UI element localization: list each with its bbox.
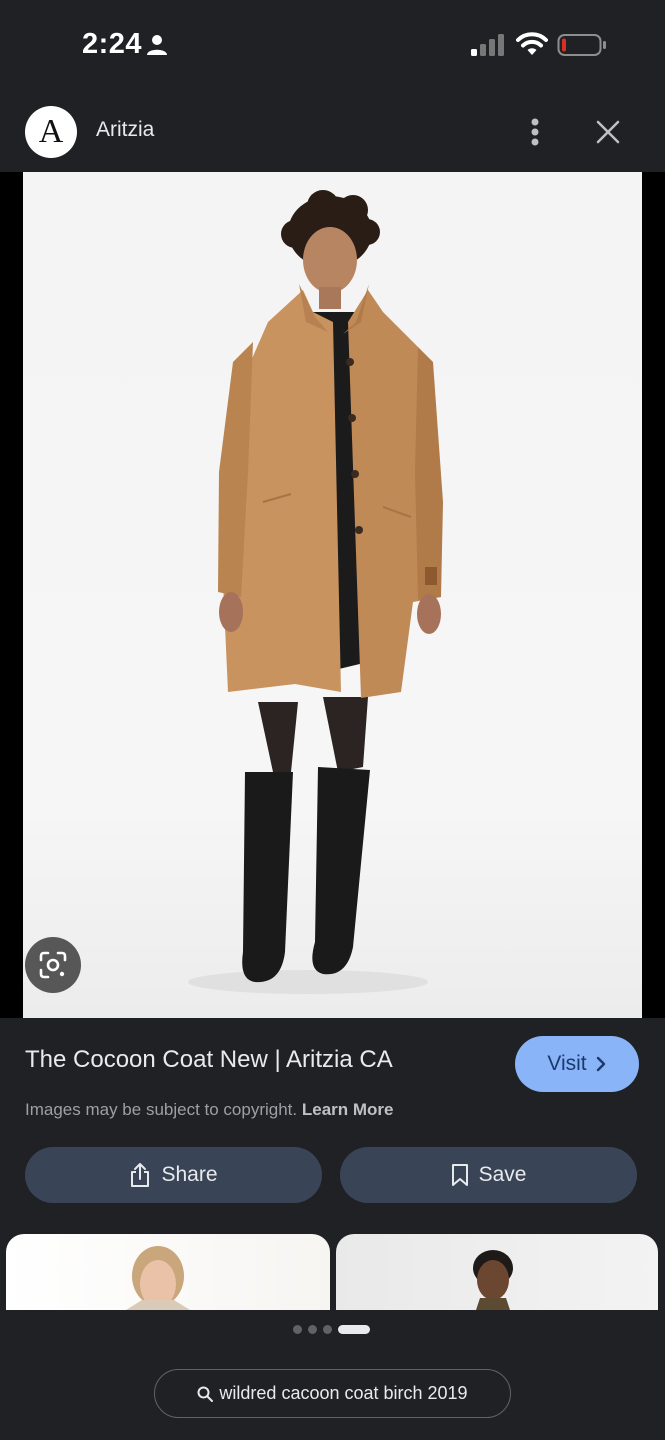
status-bar: 2:24 <box>0 0 665 92</box>
site-logo-letter: A <box>38 113 64 150</box>
result-header: A Aritzia <box>0 92 665 172</box>
site-logo[interactable]: A <box>25 106 77 158</box>
search-icon <box>197 1386 214 1402</box>
learn-more-link[interactable]: Learn More <box>302 1100 394 1119</box>
more-options-icon[interactable] <box>520 110 550 154</box>
chevron-right-icon <box>596 1056 605 1072</box>
carousel-pagination <box>293 1325 370 1334</box>
wifi-icon <box>516 32 548 55</box>
pagination-dot <box>293 1325 302 1334</box>
search-query-text: wildred cacoon coat birch 2019 <box>219 1383 468 1403</box>
result-title[interactable]: The Cocoon Coat New | Aritzia CA <box>25 1046 393 1074</box>
status-time: 2:24 <box>82 28 143 60</box>
battery-level <box>562 38 566 52</box>
bookmark-icon <box>451 1164 468 1186</box>
related-result-card[interactable] <box>336 1234 658 1310</box>
cellular-signal-icon <box>471 34 504 56</box>
pagination-dot <box>323 1325 332 1334</box>
battery-icon <box>557 34 606 56</box>
image-viewer <box>0 172 665 1018</box>
person-icon <box>147 35 167 55</box>
share-label: Share <box>161 1163 218 1186</box>
share-icon <box>131 1163 150 1187</box>
search-query-chip[interactable]: wildred cacoon coat birch 2019 <box>154 1369 511 1418</box>
product-image[interactable] <box>23 172 642 1018</box>
visit-label: Visit <box>547 1052 587 1075</box>
save-button[interactable]: Save <box>340 1147 637 1203</box>
google-lens-button[interactable] <box>25 937 81 993</box>
save-label: Save <box>478 1163 527 1186</box>
lens-icon <box>39 951 67 979</box>
copyright-text: Images may be subject to copyright. <box>25 1100 298 1119</box>
site-name[interactable]: Aritzia <box>96 118 154 142</box>
close-icon[interactable] <box>590 114 626 150</box>
visit-button[interactable]: Visit <box>515 1036 639 1092</box>
copyright-notice: Images may be subject to copyright. Lear… <box>25 1100 394 1120</box>
pagination-dot-active <box>338 1325 370 1334</box>
related-thumbnail <box>473 1250 513 1310</box>
pagination-dot <box>308 1325 317 1334</box>
related-result-card[interactable] <box>6 1234 330 1310</box>
model-in-coat-illustration <box>188 190 443 994</box>
related-thumbnail <box>126 1246 190 1310</box>
share-button[interactable]: Share <box>25 1147 322 1203</box>
